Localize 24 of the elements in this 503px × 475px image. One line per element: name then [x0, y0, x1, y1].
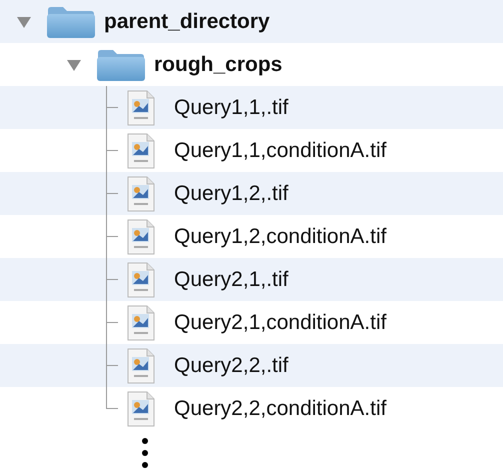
more-icon [142, 438, 148, 468]
image-file-icon [126, 176, 156, 212]
tree-line [106, 86, 118, 129]
file-name[interactable]: Query2,1,.tif [174, 268, 288, 292]
folder-icon [46, 4, 96, 38]
folder-icon [96, 48, 146, 82]
folder-name[interactable]: rough_crops [154, 52, 282, 76]
image-file-icon [126, 90, 156, 126]
file-name[interactable]: Query2,2,.tif [174, 354, 288, 378]
file-name[interactable]: Query1,2,.tif [174, 182, 288, 206]
image-file-icon [126, 304, 156, 340]
image-file-icon [126, 348, 156, 384]
tree-line [106, 172, 118, 215]
image-file-icon [126, 262, 156, 298]
file-name[interactable]: Query1,1,conditionA.tif [174, 138, 386, 162]
folder-name[interactable]: parent_directory [104, 10, 270, 34]
file-name[interactable]: Query1,2,conditionA.tif [174, 224, 386, 248]
tree-line [106, 258, 118, 301]
file-name[interactable]: Query2,1,conditionA.tif [174, 310, 386, 334]
image-file-icon [126, 390, 156, 426]
file-name[interactable]: Query1,1,.tif [174, 96, 288, 120]
image-file-icon [126, 132, 156, 168]
file-name[interactable]: Query2,2,conditionA.tif [174, 396, 386, 420]
image-file-icon [126, 218, 156, 254]
